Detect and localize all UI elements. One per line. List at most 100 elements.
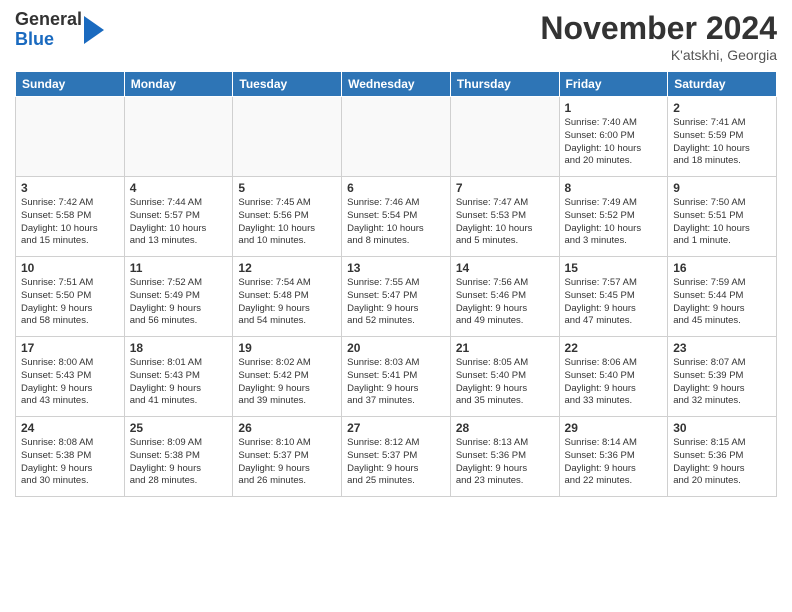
day-cell-20: 20Sunrise: 8:03 AM Sunset: 5:41 PM Dayli… [342, 337, 451, 417]
day-cell-13: 13Sunrise: 7:55 AM Sunset: 5:47 PM Dayli… [342, 257, 451, 337]
empty-cell [16, 97, 125, 177]
logo-blue: Blue [15, 30, 82, 50]
day-cell-24: 24 Sunrise: 8:08 AM Sunset: 5:38 PM Dayli… [16, 417, 125, 497]
week-row-2: 3 Sunrise: 7:42 AM Sunset: 5:58 PM Daylig… [16, 177, 777, 257]
day-info: Sunrise: 8:05 AM Sunset: 5:40 PM Dayligh… [456, 357, 554, 408]
day-number: 18 [130, 341, 228, 355]
day-number: 21 [456, 341, 554, 355]
empty-cell [233, 97, 342, 177]
weekday-header-saturday: Saturday [668, 72, 777, 97]
week-row-5: 24 Sunrise: 8:08 AM Sunset: 5:38 PM Dayli… [16, 417, 777, 497]
day-info: Sunrise: 7:51 AM Sunset: 5:50 PM Dayligh… [21, 277, 119, 328]
day-info: Sunrise: 7:59 AM Sunset: 5:44 PM Dayligh… [673, 277, 771, 328]
day-info: Sunrise: 7:49 AM Sunset: 5:52 PM Dayligh… [565, 197, 663, 248]
day-cell-29: 29 Sunrise: 8:14 AM Sunset: 5:36 PM Dayli… [559, 417, 668, 497]
empty-cell [342, 97, 451, 177]
logo-text: General Blue [15, 10, 82, 50]
day-cell-27: 27Sunrise: 8:12 AM Sunset: 5:37 PM Dayli… [342, 417, 451, 497]
day-number: 30 [673, 421, 771, 435]
day-info: Sunrise: 7:42 AM Sunset: 5:58 PM Dayligh… [21, 197, 119, 248]
day-cell-21: 21 Sunrise: 8:05 AM Sunset: 5:40 PM Dayli… [450, 337, 559, 417]
day-number: 24 [21, 421, 119, 435]
day-cell-2: 2 Sunrise: 7:41 AM Sunset: 5:59 PM Daylig… [668, 97, 777, 177]
calendar-page: General Blue November 2024 K'atskhi, Geo… [0, 0, 792, 612]
day-info: Sunrise: 8:09 AM Sunset: 5:38 PM Dayligh… [130, 437, 228, 488]
weekday-header-thursday: Thursday [450, 72, 559, 97]
day-number: 3 [21, 181, 119, 195]
day-cell-14: 14 Sunrise: 7:56 AM Sunset: 5:46 PM Dayli… [450, 257, 559, 337]
day-info: Sunrise: 7:50 AM Sunset: 5:51 PM Dayligh… [673, 197, 771, 248]
week-row-3: 10 Sunrise: 7:51 AM Sunset: 5:50 PM Dayli… [16, 257, 777, 337]
day-info: Sunrise: 8:06 AM Sunset: 5:40 PM Dayligh… [565, 357, 663, 408]
day-cell-17: 17 Sunrise: 8:00 AM Sunset: 5:43 PM Dayli… [16, 337, 125, 417]
day-info: Sunrise: 7:41 AM Sunset: 5:59 PM Dayligh… [673, 117, 771, 168]
day-number: 17 [21, 341, 119, 355]
weekday-header-monday: Monday [124, 72, 233, 97]
day-info: Sunrise: 8:03 AM Sunset: 5:41 PM Dayligh… [347, 357, 445, 408]
day-number: 19 [238, 341, 336, 355]
day-cell-8: 8 Sunrise: 7:49 AM Sunset: 5:52 PM Daylig… [559, 177, 668, 257]
logo-general: General [15, 10, 82, 30]
day-number: 16 [673, 261, 771, 275]
day-number: 2 [673, 101, 771, 115]
day-number: 27 [347, 421, 445, 435]
day-number: 1 [565, 101, 663, 115]
day-info: Sunrise: 7:55 AM Sunset: 5:47 PM Dayligh… [347, 277, 445, 328]
day-info: Sunrise: 7:40 AM Sunset: 6:00 PM Dayligh… [565, 117, 663, 168]
day-info: Sunrise: 7:46 AM Sunset: 5:54 PM Dayligh… [347, 197, 445, 248]
day-number: 25 [130, 421, 228, 435]
day-cell-9: 9 Sunrise: 7:50 AM Sunset: 5:51 PM Daylig… [668, 177, 777, 257]
day-cell-5: 5Sunrise: 7:45 AM Sunset: 5:56 PM Daylig… [233, 177, 342, 257]
day-info: Sunrise: 7:44 AM Sunset: 5:57 PM Dayligh… [130, 197, 228, 248]
day-info: Sunrise: 8:00 AM Sunset: 5:43 PM Dayligh… [21, 357, 119, 408]
day-number: 12 [238, 261, 336, 275]
day-info: Sunrise: 7:54 AM Sunset: 5:48 PM Dayligh… [238, 277, 336, 328]
day-info: Sunrise: 8:14 AM Sunset: 5:36 PM Dayligh… [565, 437, 663, 488]
day-number: 9 [673, 181, 771, 195]
day-number: 6 [347, 181, 445, 195]
day-number: 7 [456, 181, 554, 195]
day-cell-15: 15 Sunrise: 7:57 AM Sunset: 5:45 PM Dayli… [559, 257, 668, 337]
day-cell-11: 11 Sunrise: 7:52 AM Sunset: 5:49 PM Dayli… [124, 257, 233, 337]
logo-icon [84, 16, 104, 44]
calendar-table: SundayMondayTuesdayWednesdayThursdayFrid… [15, 71, 777, 497]
day-cell-18: 18 Sunrise: 8:01 AM Sunset: 5:43 PM Dayli… [124, 337, 233, 417]
day-number: 8 [565, 181, 663, 195]
day-info: Sunrise: 7:52 AM Sunset: 5:49 PM Dayligh… [130, 277, 228, 328]
day-number: 22 [565, 341, 663, 355]
logo: General Blue [15, 10, 104, 50]
weekday-header-sunday: Sunday [16, 72, 125, 97]
title-block: November 2024 K'atskhi, Georgia [540, 10, 777, 63]
day-number: 11 [130, 261, 228, 275]
day-info: Sunrise: 8:02 AM Sunset: 5:42 PM Dayligh… [238, 357, 336, 408]
day-info: Sunrise: 8:10 AM Sunset: 5:37 PM Dayligh… [238, 437, 336, 488]
day-info: Sunrise: 7:56 AM Sunset: 5:46 PM Dayligh… [456, 277, 554, 328]
location: K'atskhi, Georgia [540, 47, 777, 63]
day-number: 29 [565, 421, 663, 435]
day-cell-30: 30 Sunrise: 8:15 AM Sunset: 5:36 PM Dayli… [668, 417, 777, 497]
weekday-header-row: SundayMondayTuesdayWednesdayThursdayFrid… [16, 72, 777, 97]
day-number: 14 [456, 261, 554, 275]
day-cell-19: 19 Sunrise: 8:02 AM Sunset: 5:42 PM Dayli… [233, 337, 342, 417]
day-number: 23 [673, 341, 771, 355]
empty-cell [450, 97, 559, 177]
week-row-1: 1 Sunrise: 7:40 AM Sunset: 6:00 PM Daylig… [16, 97, 777, 177]
day-info: Sunrise: 8:08 AM Sunset: 5:38 PM Dayligh… [21, 437, 119, 488]
day-info: Sunrise: 8:01 AM Sunset: 5:43 PM Dayligh… [130, 357, 228, 408]
day-cell-25: 25 Sunrise: 8:09 AM Sunset: 5:38 PM Dayli… [124, 417, 233, 497]
day-number: 15 [565, 261, 663, 275]
day-info: Sunrise: 7:57 AM Sunset: 5:45 PM Dayligh… [565, 277, 663, 328]
month-title: November 2024 [540, 10, 777, 47]
day-cell-1: 1 Sunrise: 7:40 AM Sunset: 6:00 PM Daylig… [559, 97, 668, 177]
day-info: Sunrise: 8:15 AM Sunset: 5:36 PM Dayligh… [673, 437, 771, 488]
day-cell-23: 23Sunrise: 8:07 AM Sunset: 5:39 PM Dayli… [668, 337, 777, 417]
day-info: Sunrise: 7:47 AM Sunset: 5:53 PM Dayligh… [456, 197, 554, 248]
day-cell-12: 12 Sunrise: 7:54 AM Sunset: 5:48 PM Dayli… [233, 257, 342, 337]
day-number: 26 [238, 421, 336, 435]
day-cell-26: 26 Sunrise: 8:10 AM Sunset: 5:37 PM Dayli… [233, 417, 342, 497]
weekday-header-friday: Friday [559, 72, 668, 97]
day-cell-28: 28Sunrise: 8:13 AM Sunset: 5:36 PM Dayli… [450, 417, 559, 497]
day-number: 10 [21, 261, 119, 275]
day-info: Sunrise: 7:45 AM Sunset: 5:56 PM Dayligh… [238, 197, 336, 248]
empty-cell [124, 97, 233, 177]
